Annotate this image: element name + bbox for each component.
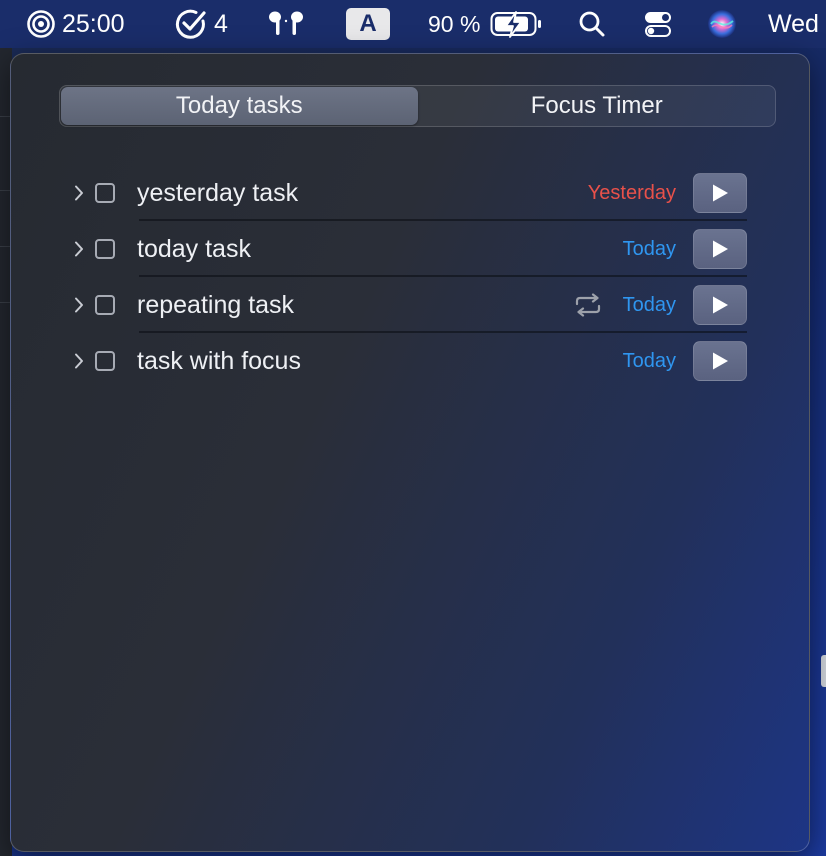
battery-charging-icon[interactable] [490,0,544,48]
control-center-icon[interactable] [643,0,673,48]
due-date-label: Today [622,293,676,316]
menu-bar-clock[interactable]: Wed [768,0,819,48]
task-checkbox[interactable] [95,183,115,203]
siri-icon[interactable] [707,0,737,48]
play-icon [713,296,728,314]
expand-chevron-icon[interactable] [71,185,87,201]
task-checkbox[interactable] [95,351,115,371]
focus-timer-readout[interactable]: 25:00 [62,0,125,48]
keyboard-input-icon: A [346,8,390,40]
due-date-label: Today [622,237,676,260]
menu-bar: 25:00 4 A 90 % Wed [0,0,826,48]
task-list: yesterday task Yesterday today task Toda… [71,165,747,389]
task-checkbox[interactable] [95,295,115,315]
airpods-icon[interactable] [266,0,306,48]
due-date-label: Yesterday [587,181,676,204]
task-row: repeating task Today [71,277,747,333]
view-segmented-control: Today tasks Focus Timer [59,85,776,127]
task-title[interactable]: today task [137,235,623,264]
search-icon[interactable] [578,0,606,48]
repeat-icon [573,293,603,317]
start-focus-button[interactable] [693,173,747,213]
battery-percentage[interactable]: 90 % [428,0,480,48]
background-window-tab [821,655,826,687]
task-title[interactable]: task with focus [137,347,623,376]
play-icon [713,184,728,202]
task-row: yesterday task Yesterday [71,165,747,221]
start-focus-button[interactable] [693,341,747,381]
focus-target-icon[interactable] [26,0,56,48]
task-row: task with focus Today [71,333,747,389]
input-source-indicator[interactable]: A [346,0,390,48]
task-row: today task Today [71,221,747,277]
tasks-popover: Today tasks Focus Timer yesterday task Y… [10,53,810,852]
task-title[interactable]: repeating task [137,291,573,320]
expand-chevron-icon[interactable] [71,241,87,257]
start-focus-button[interactable] [693,229,747,269]
start-focus-button[interactable] [693,285,747,325]
expand-chevron-icon[interactable] [71,353,87,369]
tab-today-tasks[interactable]: Today tasks [61,87,418,125]
task-title[interactable]: yesterday task [137,179,588,208]
task-checkbox[interactable] [95,239,115,259]
due-date-label: Today [622,349,676,372]
play-icon [713,352,728,370]
play-icon [713,240,728,258]
task-count-badge[interactable]: 4 [214,0,228,48]
checkmark-circle-icon[interactable] [174,0,208,48]
tab-focus-timer[interactable]: Focus Timer [419,86,776,126]
expand-chevron-icon[interactable] [71,297,87,313]
